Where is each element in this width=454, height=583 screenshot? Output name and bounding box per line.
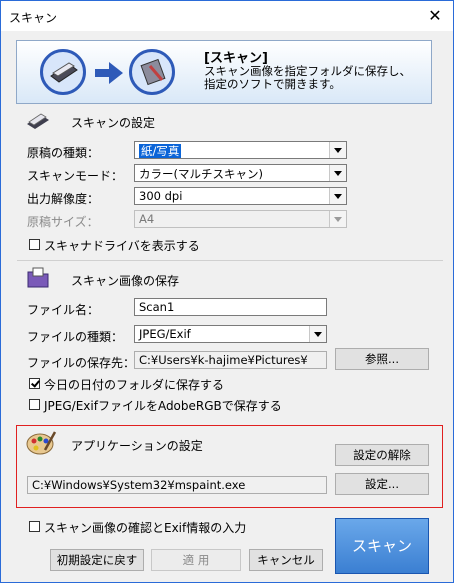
palette-icon: [25, 428, 57, 461]
scan-settings-title: スキャンの設定: [71, 116, 156, 130]
scanner-icon: [40, 49, 86, 95]
doc-type-select[interactable]: 紙/写真: [134, 141, 347, 159]
resolution-value: 300 dpi: [139, 189, 183, 203]
date-folder-label: 今日の日付のフォルダに保存する: [44, 378, 225, 392]
doc-size-label: 原稿サイズ：: [27, 215, 99, 229]
resolution-select[interactable]: 300 dpi: [134, 187, 347, 205]
banner-description-line-2: 指定のソフトで開きます。: [204, 77, 341, 91]
scan-mode-select[interactable]: カラー(マルチスキャン): [134, 164, 347, 182]
section-divider: [17, 260, 443, 261]
resolution-label: 出力解像度：: [27, 192, 100, 206]
chevron-down-icon: [309, 326, 326, 342]
doc-size-select: A4: [134, 210, 347, 228]
reset-defaults-button[interactable]: 初期設定に戻す: [50, 549, 144, 571]
show-driver-label: スキャナドライバを表示する: [44, 239, 200, 253]
file-name-input[interactable]: Scan1: [134, 298, 327, 316]
scanner-section-icon: [25, 109, 51, 134]
browse-button[interactable]: 参照...: [335, 348, 429, 370]
doc-type-value: 紙/写真: [139, 144, 182, 158]
chevron-down-icon: [329, 188, 346, 204]
apply-button: 適 用: [151, 549, 241, 571]
adobergb-checkbox[interactable]: [29, 399, 40, 410]
chevron-down-icon: [329, 211, 346, 227]
close-icon[interactable]: ✕: [425, 6, 445, 26]
title-bar: スキャン ✕: [1, 1, 453, 31]
file-type-value: JPEG/Exif: [139, 327, 191, 341]
arrow-right-icon: [95, 62, 123, 87]
file-type-label: ファイルの種類：: [27, 330, 124, 344]
chevron-down-icon: [329, 142, 346, 158]
adobergb-label: JPEG/ExifファイルをAdobeRGBで保存する: [44, 399, 282, 413]
scan-banner: [スキャン] スキャン画像を指定フォルダに保存し、 指定のソフトで開きます。: [16, 40, 432, 104]
app-settings-button[interactable]: 設定...: [335, 473, 429, 495]
file-type-select[interactable]: JPEG/Exif: [134, 325, 327, 343]
banner-description: スキャン画像を指定フォルダに保存し、 指定のソフトで開きます。: [204, 65, 424, 91]
save-location-value: C:¥Users¥k-hajime¥Pictures¥: [139, 353, 308, 367]
cancel-button[interactable]: キャンセル: [249, 549, 323, 571]
window-title: スキャン: [9, 11, 58, 25]
show-driver-checkbox[interactable]: [29, 239, 40, 250]
file-name-value: Scan1: [139, 300, 175, 314]
app-settings-title: アプリケーションの設定: [71, 439, 203, 453]
scan-button[interactable]: スキャン: [335, 518, 429, 574]
save-settings-title: スキャン画像の保存: [71, 274, 180, 288]
save-location-field: C:¥Users¥k-hajime¥Pictures¥: [134, 351, 327, 369]
folder-save-icon: [25, 264, 51, 293]
app-path-field: C:¥Windows¥System32¥mspaint.exe: [27, 476, 327, 494]
file-name-label: ファイル名：: [27, 303, 100, 317]
date-folder-checkbox[interactable]: [29, 378, 40, 389]
confirm-exif-label: スキャン画像の確認とExif情報の入力: [44, 521, 247, 535]
save-location-label: ファイルの保存先：: [27, 356, 136, 370]
scan-dialog: スキャン ✕ [スキャン] スキャン画像を指定フォルダに保存し、 指定のソフトで…: [0, 0, 454, 583]
chevron-down-icon: [329, 165, 346, 181]
doc-size-value: A4: [139, 212, 155, 226]
app-path-value: C:¥Windows¥System32¥mspaint.exe: [32, 478, 246, 492]
scan-mode-label: スキャンモード：: [27, 169, 124, 183]
scan-mode-value: カラー(マルチスキャン): [139, 167, 263, 181]
application-icon: [129, 49, 175, 95]
confirm-exif-checkbox[interactable]: [29, 521, 40, 532]
clear-settings-button[interactable]: 設定の解除: [335, 444, 429, 466]
doc-type-label: 原稿の種類：: [27, 146, 100, 160]
